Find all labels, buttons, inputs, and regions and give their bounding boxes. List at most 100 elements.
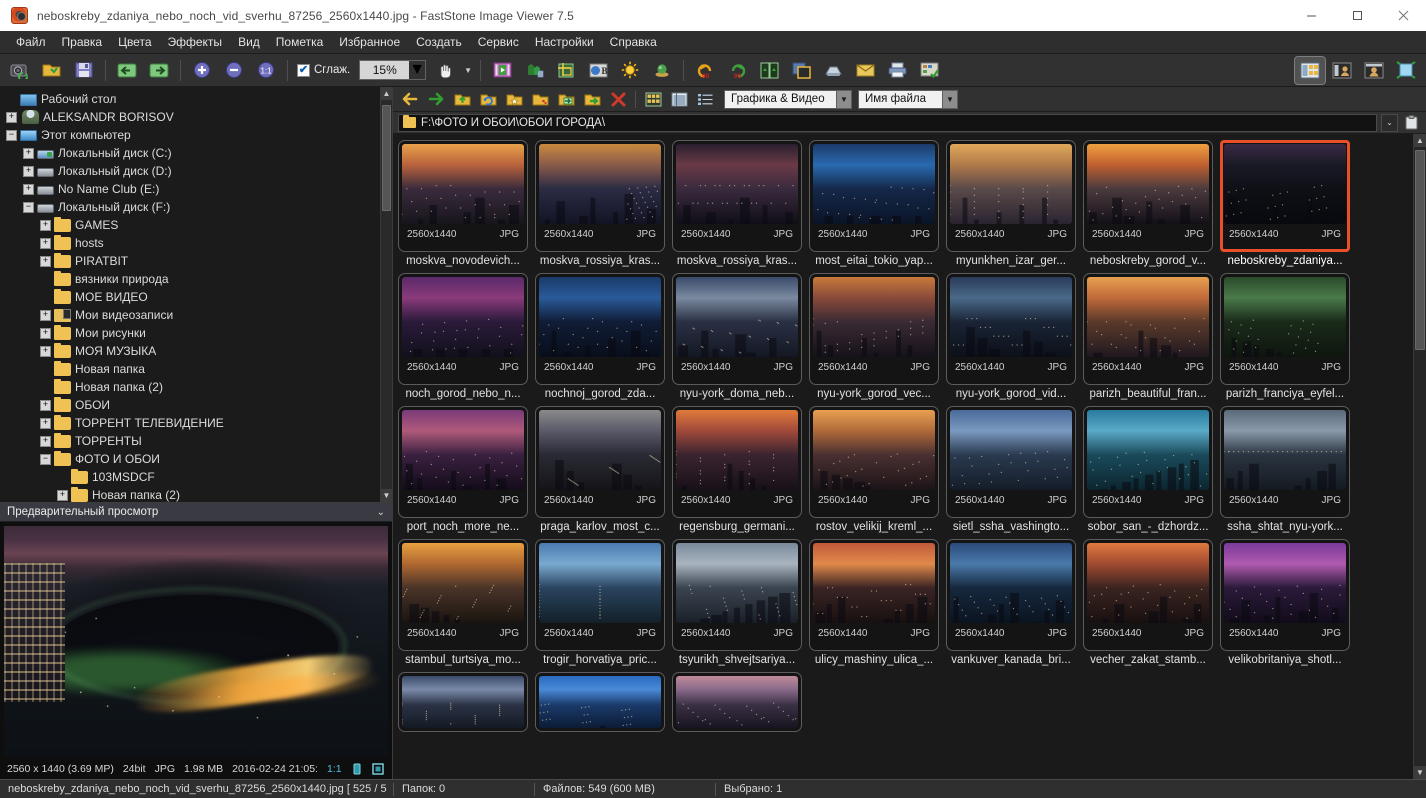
tree-item[interactable]: + ОБОИ [0,396,392,414]
sort-select[interactable]: Имя файла ▼ [858,89,958,109]
actual-size-icon[interactable]: 1:1 [251,57,281,84]
chevron-down-icon[interactable]: ▼ [836,90,851,108]
thumbnail-cell[interactable]: 2560x1440 JPG noch_gorod_nebo_n... [398,273,528,400]
thumbnail-frame[interactable]: 2560x1440 JPG [672,140,802,252]
thumbnail-frame[interactable]: 2560x1440 JPG [809,273,939,385]
thumbnail-frame[interactable]: 2560x1440 JPG [535,140,665,252]
thumbnail-frame[interactable]: 2560x1440 JPG [1083,140,1213,252]
thumbnail-cell-selected[interactable]: 2560x1440 JPG neboskreby_zdaniya... [1220,140,1350,267]
expand-icon[interactable]: + [40,435,51,447]
chevron-down-icon[interactable]: ▼ [409,61,425,79]
hand-pan-icon[interactable] [430,57,460,84]
thumbnail-frame[interactable]: 2560x1440 JPG [672,273,802,385]
hand-dropdown-arrow-icon[interactable]: ▼ [464,66,472,75]
thumbnail-frame[interactable]: 2560x1440 JPG [809,140,939,252]
thumbnail-frame[interactable]: 2560x1440 JPG [809,406,939,518]
thumbnail-cell-partial[interactable] [672,672,802,732]
up-folder-icon[interactable] [449,89,475,110]
thumbnail-cell[interactable]: 2560x1440 JPG vecher_zakat_stamb... [1083,539,1213,666]
thumbnail-cell[interactable]: 2560x1440 JPG moskva_rossiya_kras... [535,140,665,267]
tree-item[interactable]: Новая папка (2) [0,378,392,396]
zoom-level-select[interactable]: 15% ▼ [359,60,427,80]
camera-refresh-icon[interactable] [5,57,35,84]
rotate-left-icon[interactable]: 90 [690,57,720,84]
menu-colors[interactable]: Цвета [110,32,159,52]
thumbnail-frame[interactable]: 2560x1440 JPG [398,273,528,385]
tree-item[interactable]: + МОЯ МУЗЫКА [0,342,392,360]
scroll-down-icon[interactable]: ▼ [381,489,392,502]
thumbnail-cell[interactable]: 2560x1440 JPG most_eitai_tokio_yap... [809,140,939,267]
thumbnail-cell[interactable]: 2560x1440 JPG vankuver_kanada_bri... [946,539,1076,666]
thumbnail-frame[interactable]: 2560x1440 JPG [1083,273,1213,385]
expand-icon[interactable]: + [40,309,51,321]
thumbnail-frame[interactable]: 2560x1440 JPG [535,539,665,651]
preview-zoom-ratio[interactable]: 1:1 [327,763,342,775]
thumbnail-frame[interactable]: 2560x1440 JPG [946,539,1076,651]
copy-to-icon[interactable] [553,89,579,110]
thumbnail-frame[interactable]: 2560x1440 JPG [398,539,528,651]
thumbnail-cell[interactable]: 2560x1440 JPG nochnoj_gorod_zda... [535,273,665,400]
previous-arrow-icon[interactable] [112,57,142,84]
histogram-icon[interactable] [351,763,363,775]
folder-tree[interactable]: Рабочий стол + ALEKSANDR BORISOV − Этот комп… [0,87,392,503]
thumbnail-frame[interactable]: 2560x1440 JPG [809,539,939,651]
chevron-double-down-icon[interactable]: ⌄ [377,507,385,518]
thumbnail-frame[interactable] [535,672,665,732]
contact-sheet-icon[interactable] [914,57,944,84]
browser-view-icon[interactable] [1294,55,1326,85]
expand-icon[interactable]: + [40,219,51,231]
tree-item[interactable]: − Локальный диск (F:) [0,198,392,216]
thumbnail-cell[interactable]: 2560x1440 JPG tsyurikh_shvejtsariya... [672,539,802,666]
grid-scrollbar-thumb[interactable] [1415,150,1425,350]
thumbnail-cell[interactable]: 2560x1440 JPG praga_karlov_most_c... [535,406,665,533]
tree-item[interactable]: 103MSDCF [0,468,392,486]
thumbnail-cell-partial[interactable] [398,672,528,732]
thumbnail-frame[interactable]: 2560x1440 JPG [946,406,1076,518]
delete-icon[interactable] [605,89,631,110]
zoom-in-icon[interactable] [187,57,217,84]
red-eye-icon[interactable] [647,57,677,84]
expand-icon[interactable]: + [23,165,34,177]
expand-icon[interactable]: + [40,255,51,267]
drop-shadow-icon[interactable] [786,57,816,84]
tree-item[interactable]: + ALEKSANDR BORISOV [0,108,392,126]
back-arrow-icon[interactable] [397,89,423,110]
thumbnail-frame[interactable]: 2560x1440 JPG [672,539,802,651]
zoom-out-icon[interactable] [219,57,249,84]
refresh-folder-icon[interactable] [475,89,501,110]
tree-item[interactable]: + PIRATBIT [0,252,392,270]
thumbnail-cell[interactable]: 2560x1440 JPG trogir_horvatiya_pric... [535,539,665,666]
thumbnail-cell[interactable]: 2560x1440 JPG moskva_novodevich... [398,140,528,267]
thumbnail-cell[interactable]: 2560x1440 JPG port_noch_more_ne... [398,406,528,533]
filter-select[interactable]: Графика & Видео ▼ [724,89,852,109]
menu-tools[interactable]: Сервис [470,32,527,52]
tree-item[interactable]: + hosts [0,234,392,252]
tree-item[interactable]: Новая папка [0,360,392,378]
thumbnail-cell[interactable]: 2560x1440 JPG velikobritaniya_shotl... [1220,539,1350,666]
list-view-icon[interactable] [666,89,692,110]
thumbnail-frame[interactable] [672,672,802,732]
clipboard-icon[interactable] [1402,114,1421,132]
thumbnail-grid[interactable]: 2560x1440 JPG moskva_novodevich... 2560x144… [393,134,1413,779]
thumbnail-cell[interactable]: 2560x1440 JPG stambul_turtsiya_mo... [398,539,528,666]
menu-help[interactable]: Справка [602,32,665,52]
thumbnail-cell[interactable]: 2560x1440 JPG sobor_san_-_dzhordz... [1083,406,1213,533]
favorites-folder-icon[interactable] [501,89,527,110]
thumbnail-frame[interactable]: 2560x1440 JPG [398,406,528,518]
color-adjust-icon[interactable]: B [583,57,613,84]
collapse-icon[interactable]: − [40,453,51,465]
save-icon[interactable] [69,57,99,84]
thumbnail-frame[interactable]: 2560x1440 JPG [946,140,1076,252]
tree-item[interactable]: + Локальный диск (D:) [0,162,392,180]
tree-item[interactable]: вязники природа [0,270,392,288]
next-arrow-icon[interactable] [144,57,174,84]
move-to-icon[interactable] [579,89,605,110]
print-icon[interactable] [882,57,912,84]
thumbnail-view-icon[interactable] [640,89,666,110]
expand-icon[interactable]: + [23,147,34,159]
thumbnail-cell[interactable]: 2560x1440 JPG neboskreby_gorod_v... [1083,140,1213,267]
open-folder-icon[interactable] [37,57,67,84]
scroll-up-icon[interactable]: ▲ [1414,134,1426,147]
thumbnail-frame[interactable] [398,672,528,732]
thumbnail-cell-partial[interactable] [535,672,665,732]
